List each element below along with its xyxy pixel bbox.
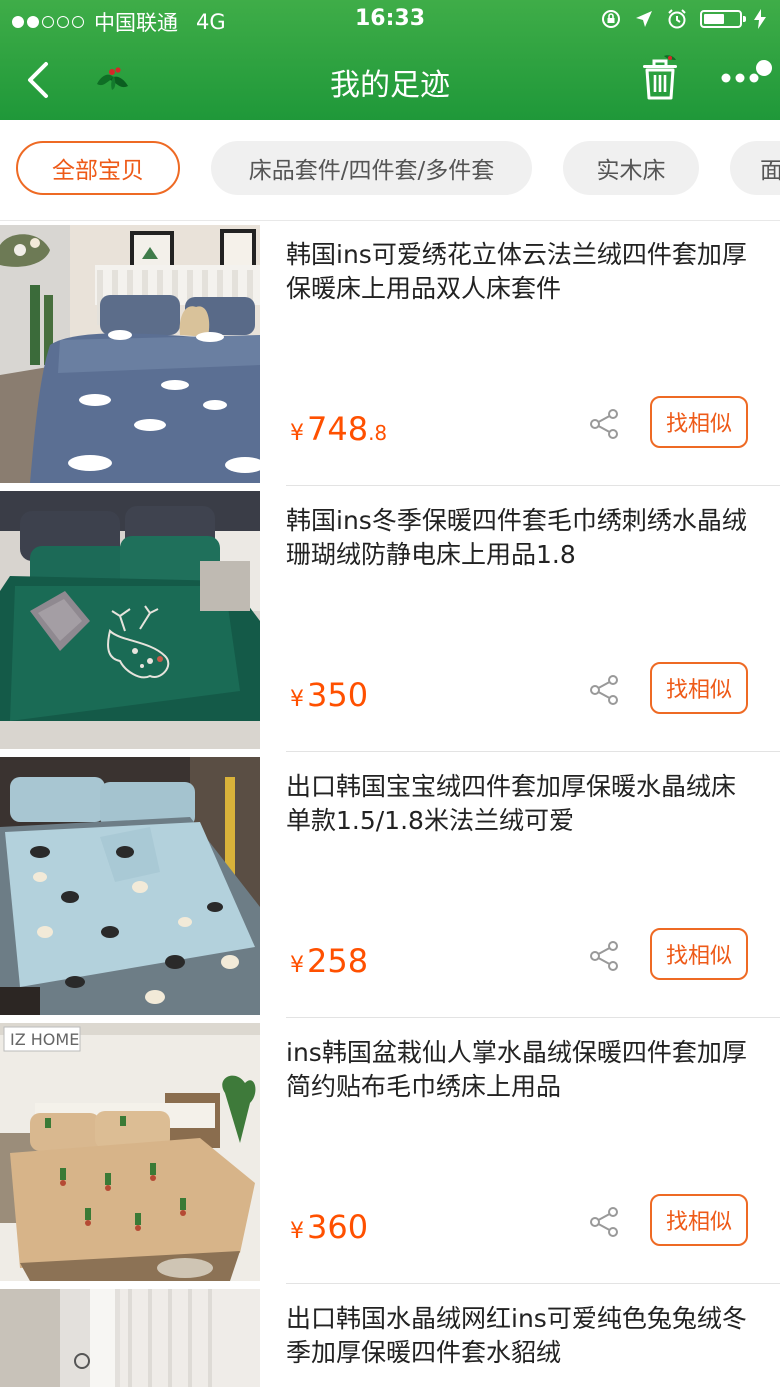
tab-next-category[interactable]: 面	[730, 141, 780, 195]
product-image[interactable]: IZ HOME	[0, 1023, 260, 1281]
product-image[interactable]	[0, 757, 260, 1015]
tab-bedding-sets[interactable]: 床品套件/四件套/多件套	[211, 141, 532, 195]
status-bar: 中国联通 4G 16:33	[0, 0, 780, 40]
location-arrow-icon	[636, 11, 652, 27]
currency-symbol: ¥	[290, 421, 304, 446]
currency-symbol: ¥	[290, 687, 304, 712]
share-icon[interactable]	[588, 408, 620, 440]
product-item[interactable]: 出口韩国宝宝绒四件套加厚保暖水晶绒床单款1.5/1.8米法兰绒可爱 ¥ 258 …	[0, 752, 780, 1018]
alarm-icon	[668, 9, 686, 29]
find-similar-button[interactable]: 找相似	[650, 928, 748, 980]
product-item[interactable]: IZ HOME ins韩国盆栽仙人掌水晶绒保暖四件套加厚简约贴布毛巾绣床上用品 …	[0, 1018, 780, 1284]
watermark-logo: IZ HOME	[10, 1030, 79, 1049]
more-options-icon[interactable]	[720, 58, 774, 88]
product-item[interactable]: 韩国ins冬季保暖四件套毛巾绣刺绣水晶绒珊瑚绒防静电床上用品1.8 ¥ 350 …	[0, 486, 780, 752]
tab-all-items[interactable]: 全部宝贝	[16, 141, 180, 195]
product-title[interactable]: 韩国ins可爱绣花立体云法兰绒四件套加厚保暖床上用品双人床套件	[286, 238, 756, 306]
share-icon[interactable]	[588, 940, 620, 972]
charging-bolt-icon	[754, 9, 766, 29]
product-item[interactable]: 出口韩国水晶绒网红ins可爱纯色兔兔绒冬季加厚保暖四件套水貂绒	[0, 1284, 780, 1387]
product-price: ¥ 748 .8	[290, 410, 387, 448]
find-similar-button[interactable]: 找相似	[650, 1194, 748, 1246]
product-price: ¥ 258	[290, 942, 368, 980]
price-integer: 258	[307, 942, 369, 980]
product-image[interactable]	[0, 225, 260, 483]
share-icon[interactable]	[588, 1206, 620, 1238]
price-decimal: .8	[368, 421, 388, 445]
battery-icon	[700, 10, 746, 28]
find-similar-button[interactable]: 找相似	[650, 662, 748, 714]
product-image[interactable]	[0, 491, 260, 749]
currency-symbol: ¥	[290, 1219, 304, 1244]
navigation-bar: 我的足迹	[0, 40, 780, 120]
product-image[interactable]	[0, 1289, 260, 1387]
category-tabs: 全部宝贝 床品套件/四件套/多件套 实木床 面	[0, 120, 780, 221]
product-price: ¥ 350	[290, 676, 368, 714]
product-title[interactable]: ins韩国盆栽仙人掌水晶绒保暖四件套加厚简约贴布毛巾绣床上用品	[286, 1036, 756, 1104]
price-integer: 748	[307, 410, 369, 448]
tab-wooden-beds[interactable]: 实木床	[563, 141, 699, 195]
product-title[interactable]: 出口韩国水晶绒网红ins可爱纯色兔兔绒冬季加厚保暖四件套水貂绒	[286, 1302, 756, 1370]
product-item[interactable]: 韩国ins可爱绣花立体云法兰绒四件套加厚保暖床上用品双人床套件 ¥ 748 .8…	[0, 220, 780, 486]
product-title[interactable]: 韩国ins冬季保暖四件套毛巾绣刺绣水晶绒珊瑚绒防静电床上用品1.8	[286, 504, 756, 572]
rotation-lock-icon	[602, 10, 620, 28]
price-integer: 360	[307, 1208, 369, 1246]
product-title[interactable]: 出口韩国宝宝绒四件套加厚保暖水晶绒床单款1.5/1.8米法兰绒可爱	[286, 770, 756, 838]
find-similar-button[interactable]: 找相似	[650, 396, 748, 448]
currency-symbol: ¥	[290, 953, 304, 978]
product-price: ¥ 360	[290, 1208, 368, 1246]
trash-icon[interactable]	[638, 54, 682, 102]
price-integer: 350	[307, 676, 369, 714]
top-bar: 中国联通 4G 16:33 我的足迹	[0, 0, 780, 120]
share-icon[interactable]	[588, 674, 620, 706]
